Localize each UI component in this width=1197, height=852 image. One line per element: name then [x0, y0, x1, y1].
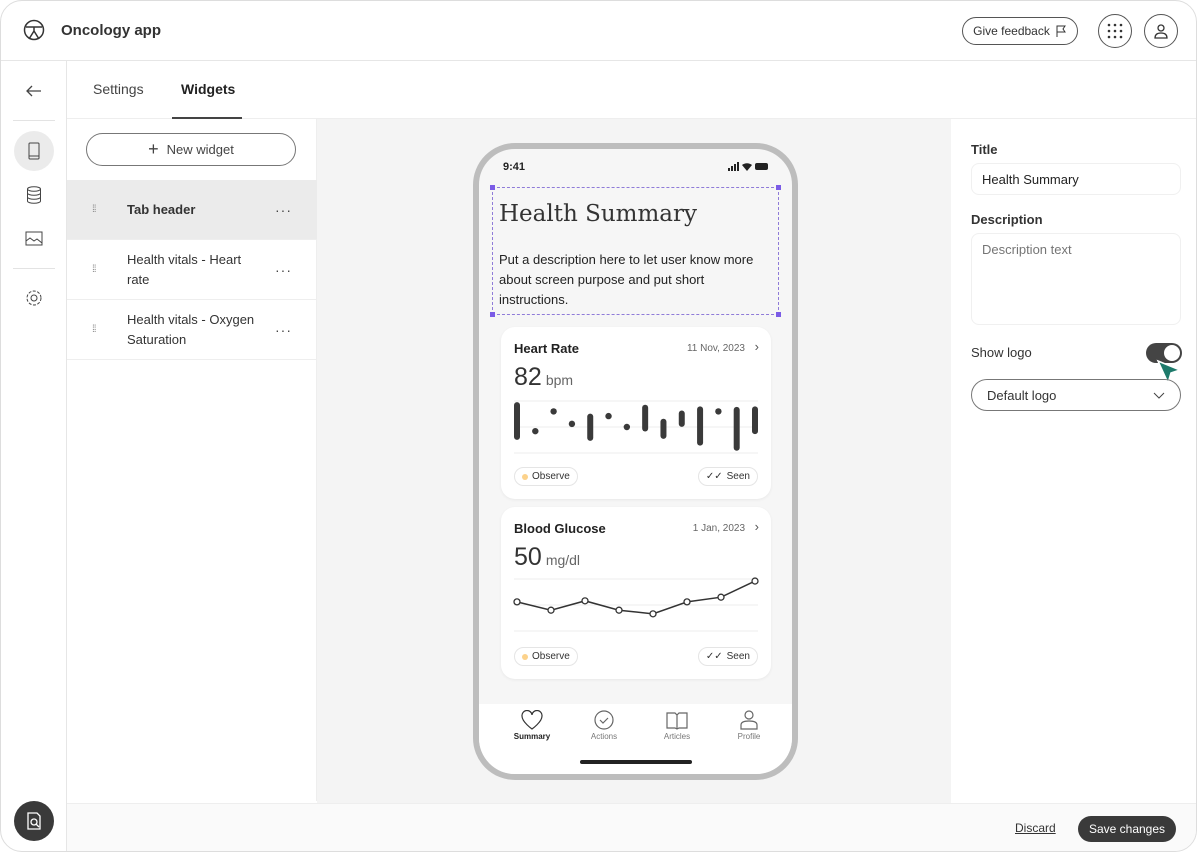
widget-label: Tab header [127, 201, 196, 217]
heart-rate-dot [550, 408, 557, 415]
app-window: Oncology app Give feedback Settings Widg… [0, 0, 1197, 852]
footer-bar: Discard Save changes [67, 803, 1196, 851]
logo-select-value: Default logo [987, 387, 1057, 403]
status-icons [728, 162, 768, 171]
tab-widgets[interactable]: Widgets [181, 81, 235, 97]
preview-button[interactable] [14, 801, 54, 841]
logo-select[interactable]: Default logo [971, 379, 1181, 411]
glucose-point [649, 610, 657, 618]
preview-canvas: 9:41 Health Summary Put a description he… [317, 119, 951, 803]
tab-settings[interactable]: Settings [93, 81, 144, 97]
back-button[interactable] [14, 71, 54, 111]
nav-actions[interactable]: Actions [569, 710, 639, 741]
glucose-point [717, 593, 725, 601]
description-label: Description [971, 212, 1043, 227]
title-label: Title [971, 142, 998, 157]
discard-button[interactable]: Discard [1015, 821, 1056, 835]
home-indicator [580, 760, 692, 764]
rail-media-button[interactable] [14, 218, 54, 258]
widget-label: Health vitals - Oxygen Saturation [127, 311, 255, 347]
show-logo-label: Show logo [971, 345, 1032, 360]
heart-rate-dot [623, 423, 631, 431]
tab-bar: Settings Widgets [67, 61, 1196, 119]
heart-icon [521, 710, 543, 730]
more-options-icon[interactable]: ··· [275, 202, 292, 218]
phone-icon [28, 142, 40, 160]
phone-preview: 9:41 Health Summary Put a description he… [473, 143, 798, 780]
image-icon [25, 231, 43, 245]
app-title: Oncology app [61, 22, 162, 39]
gear-icon [26, 290, 42, 306]
glucose-point [683, 598, 691, 606]
widget-item[interactable]: ⁞⁞ Health vitals - Oxygen Saturation ··· [67, 300, 317, 360]
double-check-icon: ✓✓ [705, 471, 723, 482]
glucose-point [547, 606, 555, 614]
more-options-icon[interactable]: ··· [275, 322, 292, 338]
status-badge: Observe [514, 647, 578, 666]
heart-rate-card[interactable]: Heart Rate 11 Nov, 2023 › 82 bpm Observe … [501, 327, 771, 499]
user-profile-button[interactable] [1144, 14, 1178, 48]
book-icon [666, 712, 688, 730]
arrow-left-icon [26, 85, 41, 97]
title-input[interactable] [971, 163, 1181, 195]
rail-screens-button[interactable] [14, 131, 54, 171]
seen-badge: ✓✓ Seen [697, 647, 758, 666]
rail-data-button[interactable] [14, 175, 54, 215]
flag-icon [1056, 25, 1066, 37]
widget-item[interactable]: ⁞⁞ Tab header ··· [67, 180, 317, 240]
glucose-point [581, 597, 589, 605]
seen-badge: ✓✓ Seen [697, 467, 758, 486]
more-options-icon[interactable]: ··· [275, 262, 292, 278]
heart-rate-dot [568, 420, 576, 428]
check-circle-icon [594, 710, 614, 730]
nav-articles[interactable]: Articles [642, 710, 712, 741]
status-time: 9:41 [503, 161, 526, 173]
heart-rate-dot [715, 408, 722, 415]
phone-bottom-nav: Summary Actions Articles Profile [479, 704, 792, 774]
double-check-icon: ✓✓ [705, 651, 723, 662]
chevron-down-icon [1153, 392, 1165, 399]
left-rail [1, 61, 67, 851]
blood-glucose-card[interactable]: Blood Glucose 1 Jan, 2023 › 50 mg/dl Obse… [501, 507, 771, 679]
document-search-icon [27, 812, 41, 830]
widget-item[interactable]: ⁞⁞ Health vitals - Heart rate ··· [67, 240, 317, 300]
nav-summary[interactable]: Summary [497, 710, 567, 741]
save-changes-button[interactable]: Save changes [1078, 816, 1176, 842]
glucose-point [513, 598, 521, 606]
screen-description: Put a description here to let user know … [499, 252, 754, 307]
drag-handle-icon[interactable]: ⁞⁞ [92, 204, 100, 214]
drag-handle-icon[interactable]: ⁞⁞ [92, 264, 100, 274]
widget-list: + New widget ⁞⁞ Tab header ··· ⁞⁞ Health vit… [67, 119, 317, 801]
rail-settings-button[interactable] [14, 278, 54, 318]
glucose-point [751, 577, 759, 585]
nav-profile[interactable]: Profile [714, 710, 784, 741]
widget-label: Health vitals - Heart rate [127, 251, 242, 287]
feedback-label: Give feedback [973, 24, 1050, 38]
heart-rate-dot [532, 427, 539, 435]
give-feedback-button[interactable]: Give feedback [962, 17, 1078, 45]
properties-panel: Title Description Show logo Default logo [951, 119, 1196, 803]
drag-handle-icon[interactable]: ⁞⁞ [92, 324, 100, 334]
database-icon [27, 186, 41, 204]
plus-icon: + [148, 139, 159, 159]
app-logo-icon [23, 19, 45, 41]
description-input[interactable] [971, 233, 1181, 325]
new-widget-label: New widget [166, 142, 234, 157]
status-badge: Observe [514, 467, 578, 486]
top-bar: Oncology app Give feedback [1, 1, 1196, 61]
apps-grid-button[interactable] [1098, 14, 1132, 48]
grid-icon [1107, 23, 1123, 39]
new-widget-button[interactable]: + New widget [86, 133, 296, 166]
screen-title: Health Summary [499, 201, 697, 227]
person-icon [740, 710, 758, 730]
heart-rate-dot [605, 412, 612, 420]
glucose-point [615, 606, 623, 614]
user-icon [1154, 24, 1168, 39]
